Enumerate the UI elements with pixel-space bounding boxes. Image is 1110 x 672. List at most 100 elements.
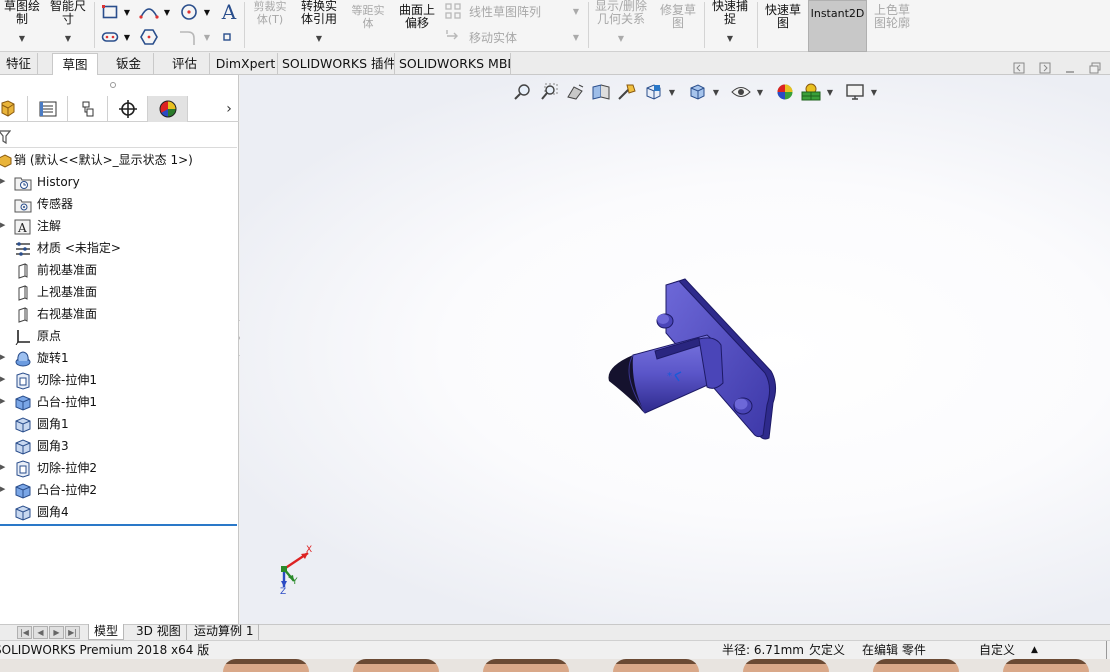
chevron-right-icon[interactable]: › bbox=[222, 100, 236, 118]
tree-item-cut-extrude1[interactable]: ▶ 切除-拉伸1 bbox=[0, 369, 239, 391]
display-delete-relations-button[interactable]: 显示/删除 几何关系 ▼ bbox=[591, 0, 651, 45]
chevron-down-icon[interactable]: ▼ bbox=[0, 32, 44, 45]
sketch-fillet-icon[interactable] bbox=[176, 28, 200, 46]
sketch-button[interactable]: 草图绘 制 ▼ bbox=[0, 0, 44, 45]
quick-snaps-button[interactable]: 快速捕 捉 ▼ bbox=[707, 0, 753, 45]
configuration-manager-tab[interactable] bbox=[68, 96, 108, 122]
offset-on-surface-button[interactable]: 曲面上 偏移 bbox=[395, 0, 439, 30]
linear-pattern-icon[interactable] bbox=[444, 2, 462, 20]
tree-item-boss-extrude2[interactable]: ▶ 凸台-拉伸2 bbox=[0, 479, 239, 501]
panel-grip-icon[interactable] bbox=[108, 80, 118, 90]
chevron-down-icon[interactable]: ▼ bbox=[122, 5, 132, 19]
tree-item-right-plane[interactable]: 右视基准面 bbox=[0, 303, 239, 325]
chevron-down-icon[interactable]: ▼ bbox=[122, 30, 132, 44]
chevron-down-icon[interactable]: ▼ bbox=[707, 32, 753, 45]
tree-item-front-plane[interactable]: 前视基准面 bbox=[0, 259, 239, 281]
tree-item-boss-extrude1[interactable]: ▶ 凸台-拉伸1 bbox=[0, 391, 239, 413]
tree-root-part[interactable]: 销 (默认<<默认>_显示状态 1>) bbox=[0, 149, 239, 171]
restore-left-icon[interactable] bbox=[1012, 61, 1026, 75]
expand-arrow-icon[interactable]: ▶ bbox=[0, 177, 5, 185]
tab-sheet-metal[interactable]: 钣金 bbox=[104, 53, 154, 74]
first-tab-icon[interactable]: |◀ bbox=[17, 626, 32, 639]
chevron-down-icon[interactable]: ▼ bbox=[296, 32, 342, 45]
tree-item-sensors[interactable]: 传感器 bbox=[0, 193, 239, 215]
edit-appearance-icon[interactable] bbox=[774, 81, 796, 103]
dimxpert-manager-tab[interactable] bbox=[108, 96, 148, 122]
graphics-viewport[interactable]: ▼ ▼ ▼ ▼ ▼ * X Y Z bbox=[240, 75, 1110, 625]
tree-item-revolve1[interactable]: ▶ 旋转1 bbox=[0, 347, 239, 369]
tab-evaluate[interactable]: 评估 bbox=[160, 53, 210, 74]
dynamic-annotation-views-icon[interactable] bbox=[616, 81, 638, 103]
tree-item-fillet1[interactable]: 圆角1 bbox=[0, 413, 239, 435]
chevron-down-icon[interactable]: ▼ bbox=[712, 81, 720, 103]
expand-arrow-icon[interactable]: ▶ bbox=[0, 463, 5, 471]
section-view-icon[interactable] bbox=[590, 81, 612, 103]
polygon-icon[interactable] bbox=[138, 28, 160, 46]
chevron-down-icon[interactable]: ▼ bbox=[826, 81, 834, 103]
tree-item-history[interactable]: ▶ History bbox=[0, 171, 239, 193]
rectangle-icon[interactable] bbox=[100, 3, 120, 21]
tree-item-material[interactable]: 材质 <未指定> bbox=[0, 237, 239, 259]
circle-icon[interactable] bbox=[178, 3, 200, 21]
repair-sketch-button[interactable]: 修复草 图 bbox=[655, 0, 701, 30]
chevron-down-icon[interactable]: ▼ bbox=[570, 31, 582, 43]
tab-model[interactable]: 模型 bbox=[88, 624, 125, 640]
view-settings-icon[interactable] bbox=[844, 81, 866, 103]
rollback-bar[interactable] bbox=[0, 524, 237, 526]
tab-solidworks-mbd[interactable]: SOLIDWORKS MBD bbox=[399, 53, 511, 74]
tree-item-origin[interactable]: 原点 bbox=[0, 325, 239, 347]
tab-features[interactable]: 特征 bbox=[0, 53, 38, 74]
previous-tab-icon[interactable]: ◀ bbox=[33, 626, 48, 639]
chevron-down-icon[interactable]: ▼ bbox=[870, 81, 878, 103]
tab-solidworks-addins[interactable]: SOLIDWORKS 插件 bbox=[282, 53, 395, 74]
trim-entities-button[interactable]: 剪裁实 体(T) bbox=[248, 0, 292, 26]
tab-sketch[interactable]: 草图 bbox=[52, 53, 98, 75]
move-entities-label[interactable]: 移动实体 bbox=[469, 29, 517, 46]
tab-3d-views[interactable]: 3D 视图 bbox=[131, 624, 187, 640]
apply-scene-icon[interactable] bbox=[800, 81, 822, 103]
previous-view-icon[interactable] bbox=[564, 81, 586, 103]
feature-manager-tab[interactable] bbox=[0, 96, 28, 122]
expand-arrow-icon[interactable]: ▶ bbox=[0, 353, 5, 361]
chevron-down-icon[interactable]: ▼ bbox=[162, 5, 172, 19]
chevron-down-icon[interactable]: ▼ bbox=[202, 5, 212, 19]
expand-arrow-icon[interactable]: ▶ bbox=[0, 397, 5, 405]
tab-motion-study-1[interactable]: 运动算例 1 bbox=[189, 624, 260, 640]
expand-arrow-icon[interactable]: ▶ bbox=[0, 221, 5, 229]
smart-dimension-button[interactable]: 智能尺 寸 ▼ bbox=[46, 0, 90, 45]
restore-right-icon[interactable] bbox=[1038, 61, 1052, 75]
zoom-to-fit-icon[interactable] bbox=[512, 81, 534, 103]
units-selector[interactable]: 自定义 bbox=[979, 641, 1015, 660]
chevron-down-icon[interactable]: ▼ bbox=[591, 32, 651, 45]
tab-dimxpert[interactable]: DimXpert bbox=[214, 53, 278, 74]
move-entities-icon[interactable] bbox=[444, 27, 462, 45]
next-tab-icon[interactable]: ▶ bbox=[49, 626, 64, 639]
part-model-3d[interactable]: * bbox=[603, 275, 783, 445]
display-style-icon[interactable] bbox=[686, 81, 708, 103]
chevron-down-icon[interactable]: ▼ bbox=[668, 81, 676, 103]
tree-item-fillet4[interactable]: 圆角4 bbox=[0, 501, 239, 523]
tree-item-top-plane[interactable]: 上视基准面 bbox=[0, 281, 239, 303]
slot-icon[interactable] bbox=[138, 3, 160, 21]
tree-item-fillet3[interactable]: 圆角3 bbox=[0, 435, 239, 457]
offset-entities-button[interactable]: 等距实 体 bbox=[346, 0, 390, 30]
instant2d-button[interactable]: Instant2D bbox=[808, 0, 867, 52]
expand-arrow-icon[interactable]: ▶ bbox=[0, 375, 5, 383]
minimize-icon[interactable] bbox=[1063, 61, 1077, 75]
expand-arrow-icon[interactable]: ▶ bbox=[0, 485, 5, 493]
zoom-to-area-icon[interactable] bbox=[538, 81, 560, 103]
straight-slot-icon[interactable] bbox=[100, 28, 120, 46]
point-icon[interactable] bbox=[222, 32, 232, 42]
chevron-down-icon[interactable]: ▼ bbox=[46, 32, 90, 45]
convert-entities-button[interactable]: 转换实 体引用 ▼ bbox=[296, 0, 342, 45]
chevron-up-icon[interactable]: ▲ bbox=[1031, 641, 1038, 660]
display-manager-tab[interactable] bbox=[148, 96, 188, 122]
tree-item-annotations[interactable]: ▶ A 注解 bbox=[0, 215, 239, 237]
linear-pattern-label[interactable]: 线性草图阵列 bbox=[469, 3, 541, 20]
text-tool-icon[interactable]: A bbox=[217, 0, 241, 24]
chevron-down-icon[interactable]: ▼ bbox=[202, 30, 212, 44]
rapid-sketch-button[interactable]: 快速草 图 bbox=[760, 0, 806, 30]
tree-item-cut-extrude2[interactable]: ▶ 切除-拉伸2 bbox=[0, 457, 239, 479]
tree-filter-bar[interactable] bbox=[0, 126, 237, 148]
property-manager-tab[interactable] bbox=[28, 96, 68, 122]
